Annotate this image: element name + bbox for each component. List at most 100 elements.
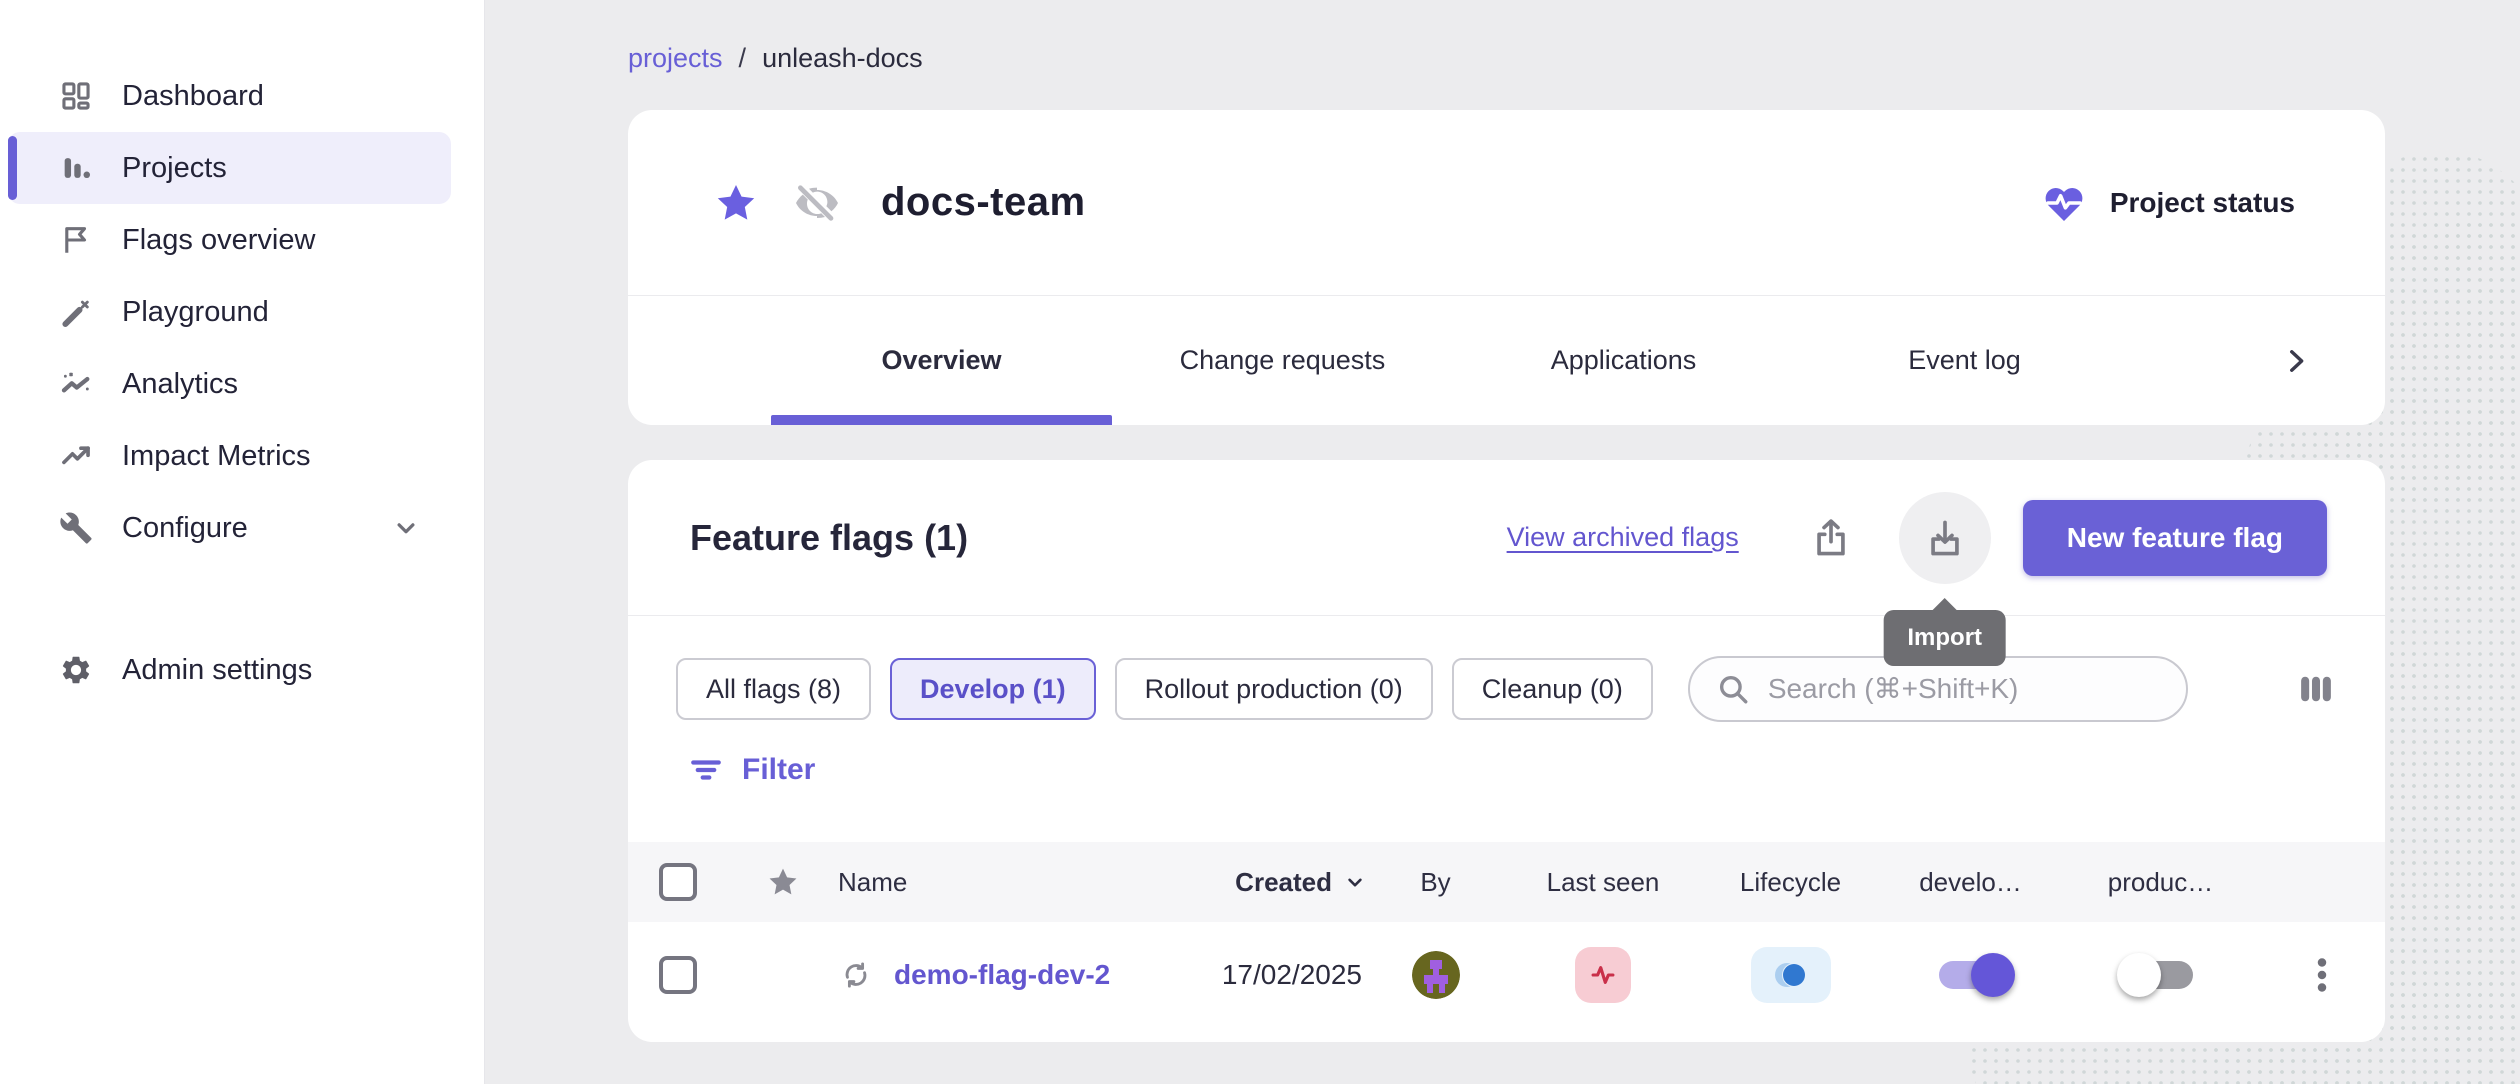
toggle-thumb xyxy=(2117,953,2161,997)
import-button[interactable]: Import xyxy=(1899,492,1991,584)
flags-header-row: Feature flags (1) View archived flags xyxy=(628,460,2385,615)
export-icon xyxy=(1809,516,1853,560)
sidebar-item-flags-overview[interactable]: Flags overview xyxy=(8,204,451,276)
sort-chevron-down-icon xyxy=(1342,869,1368,895)
wand-icon xyxy=(54,290,98,334)
table-header-row: Name Created By Last seen Lifecycle deve… xyxy=(628,842,2385,922)
filter-button[interactable]: Filter xyxy=(676,744,827,796)
gear-icon xyxy=(54,648,98,692)
project-tabs: Overview Change requests Applications Ev… xyxy=(628,295,2385,425)
project-status-button[interactable]: Project status xyxy=(2038,179,2295,227)
sidebar-item-label: Configure xyxy=(122,512,248,545)
search-input[interactable] xyxy=(1768,673,2160,705)
column-header-name[interactable]: Name xyxy=(838,867,1193,898)
project-status-label: Project status xyxy=(2110,187,2295,219)
breadcrumb-projects-link[interactable]: projects xyxy=(628,43,723,74)
tab-label: Event log xyxy=(1908,345,2021,376)
breadcrumb-current: unleash-docs xyxy=(762,43,923,74)
filter-lines-icon xyxy=(688,752,724,788)
new-feature-flag-button[interactable]: New feature flag xyxy=(2023,500,2327,576)
sidebar-item-projects[interactable]: Projects xyxy=(8,132,451,204)
filter-chip-all-flags[interactable]: All flags (8) xyxy=(676,658,871,720)
sidebar: Dashboard Projects Flags overview Pl xyxy=(0,0,485,1084)
toggle-thumb xyxy=(1971,953,2015,997)
trending-up-icon xyxy=(54,434,98,478)
sidebar-item-label: Dashboard xyxy=(122,80,264,113)
column-header-label: Created xyxy=(1235,867,1332,898)
feature-flags-table: Name Created By Last seen Lifecycle deve… xyxy=(628,842,2385,1027)
project-title: docs-team xyxy=(881,180,1086,225)
select-all-checkbox[interactable] xyxy=(659,863,697,901)
filter-chip-rollout-production[interactable]: Rollout production (0) xyxy=(1115,658,1433,720)
avatar[interactable] xyxy=(1412,951,1460,999)
sidebar-item-label: Projects xyxy=(122,152,227,185)
feature-flags-card: Feature flags (1) View archived flags xyxy=(628,460,2385,1042)
analytics-icon xyxy=(54,362,98,406)
sync-icon xyxy=(838,957,874,993)
projects-icon xyxy=(54,146,98,190)
row-checkbox[interactable] xyxy=(659,956,697,994)
column-header-last-seen[interactable]: Last seen xyxy=(1503,867,1703,898)
sidebar-item-impact-metrics[interactable]: Impact Metrics xyxy=(8,420,451,492)
tab-event-log[interactable]: Event log xyxy=(1794,296,2135,425)
tab-applications[interactable]: Applications xyxy=(1453,296,1794,425)
sidebar-item-label: Admin settings xyxy=(122,654,312,687)
filter-chip-cleanup[interactable]: Cleanup (0) xyxy=(1452,658,1653,720)
sidebar-spacer xyxy=(0,564,484,634)
row-actions-kebab-icon[interactable] xyxy=(2297,946,2347,1004)
sidebar-item-admin-settings[interactable]: Admin settings xyxy=(8,634,451,706)
active-nav-accent-bar xyxy=(8,136,17,200)
column-header-lifecycle[interactable]: Lifecycle xyxy=(1703,867,1878,898)
tabs-overflow-chevron-right-icon[interactable] xyxy=(2279,296,2313,425)
sidebar-item-configure[interactable]: Configure xyxy=(8,492,451,564)
tab-label: Overview xyxy=(881,345,1001,376)
filter-row: Filter xyxy=(676,744,2337,796)
flag-created-date: 17/02/2025 xyxy=(1193,959,1368,991)
search-box xyxy=(1688,656,2188,722)
develop-environment-toggle[interactable] xyxy=(1925,951,2017,999)
lifecycle-stage-badge[interactable] xyxy=(1751,947,1831,1003)
active-tab-indicator xyxy=(771,415,1112,425)
manage-columns-icon[interactable] xyxy=(2295,668,2337,710)
import-tooltip: Import xyxy=(1883,610,2006,666)
column-header-by[interactable]: By xyxy=(1368,867,1503,898)
export-button[interactable] xyxy=(1785,492,1877,584)
import-icon xyxy=(1923,516,1967,560)
sidebar-item-playground[interactable]: Playground xyxy=(8,276,451,348)
sidebar-item-label: Impact Metrics xyxy=(122,440,311,473)
sidebar-item-label: Analytics xyxy=(122,368,238,401)
sidebar-item-dashboard[interactable]: Dashboard xyxy=(8,60,451,132)
project-header-card: docs-team Project status Overview Change… xyxy=(628,110,2385,425)
column-header-created[interactable]: Created xyxy=(1193,867,1368,898)
tooltip-arrow xyxy=(1931,598,1959,612)
column-header-develop[interactable]: develo… xyxy=(1878,867,2063,898)
breadcrumb: projects / unleash-docs xyxy=(628,36,2385,80)
main-content: projects / unleash-docs docs-team xyxy=(485,0,2520,1084)
favorite-star-icon[interactable] xyxy=(713,180,759,226)
last-seen-badge[interactable] xyxy=(1575,947,1631,1003)
tooltip-label: Import xyxy=(1907,624,1982,651)
project-title-row: docs-team Project status xyxy=(628,110,2385,295)
sidebar-item-label: Playground xyxy=(122,296,269,329)
column-header-production[interactable]: produc… xyxy=(2063,867,2258,898)
favorite-column-star-icon[interactable] xyxy=(728,865,838,899)
sidebar-item-analytics[interactable]: Analytics xyxy=(8,348,451,420)
tab-label: Applications xyxy=(1551,345,1697,376)
production-environment-toggle[interactable] xyxy=(2115,951,2207,999)
search-icon xyxy=(1716,672,1750,706)
table-row: demo-flag-dev-2 17/02/2025 xyxy=(628,922,2385,1027)
tab-overview[interactable]: Overview xyxy=(771,296,1112,425)
flags-actions: View archived flags xyxy=(1507,492,2327,584)
sidebar-item-label: Flags overview xyxy=(122,224,315,257)
lifecycle-pre-live-icon xyxy=(1771,959,1811,991)
filter-chip-develop[interactable]: Develop (1) xyxy=(890,658,1096,720)
pulse-icon xyxy=(1586,958,1620,992)
wrench-icon xyxy=(54,506,98,550)
flag-name-link[interactable]: demo-flag-dev-2 xyxy=(894,959,1110,991)
view-archived-flags-link[interactable]: View archived flags xyxy=(1507,522,1739,553)
eye-off-icon[interactable] xyxy=(793,179,841,227)
tab-change-requests[interactable]: Change requests xyxy=(1112,296,1453,425)
breadcrumb-separator: / xyxy=(739,43,747,74)
filter-button-label: Filter xyxy=(742,753,815,787)
flags-title: Feature flags (1) xyxy=(690,517,968,559)
